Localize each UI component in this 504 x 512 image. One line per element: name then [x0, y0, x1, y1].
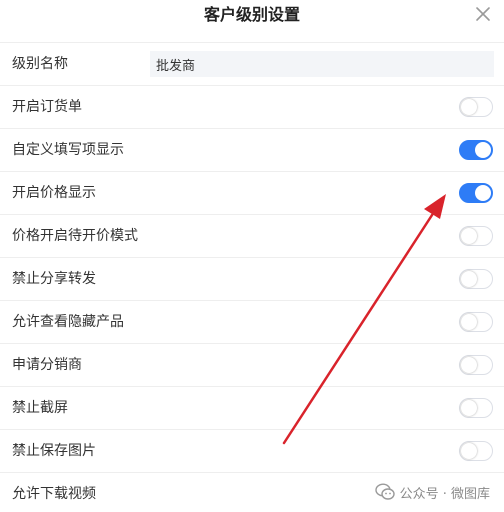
setting-label: 价格开启待开价模式 — [12, 228, 138, 244]
settings-list: 级别名称 开启订货单 自定义填写项显示 开启价格显示 价格开启待开价模式 禁止分… — [0, 42, 504, 512]
toggle-switch[interactable] — [459, 97, 493, 117]
setting-row: 禁止分享转发 — [0, 257, 504, 300]
toggle-switch[interactable] — [459, 226, 493, 246]
toggle-knob — [475, 142, 491, 158]
dialog-header: 客户级别设置 — [0, 0, 504, 38]
setting-row: 开启订货单 — [0, 85, 504, 128]
setting-label: 禁止截屏 — [12, 400, 68, 416]
toggle-knob — [461, 400, 477, 416]
toggle-knob — [461, 99, 477, 115]
setting-label: 允许下载视频 — [12, 486, 96, 502]
wechat-icon — [374, 483, 395, 500]
setting-label: 开启订货单 — [12, 99, 82, 115]
toggle-switch[interactable] — [459, 312, 493, 332]
setting-label: 允许查看隐藏产品 — [12, 314, 124, 330]
close-icon — [476, 7, 490, 21]
setting-row: 禁止保存图片 — [0, 429, 504, 472]
setting-row: 禁止截屏 — [0, 386, 504, 429]
toggle-knob — [461, 357, 477, 373]
setting-row: 价格开启待开价模式 — [0, 214, 504, 257]
setting-label: 开启价格显示 — [12, 185, 96, 201]
watermark: 公众号 · 微图库 — [374, 481, 490, 503]
close-button[interactable] — [472, 3, 494, 25]
setting-row: 自定义填写项显示 — [0, 128, 504, 171]
setting-row: 开启价格显示 — [0, 171, 504, 214]
setting-label: 申请分销商 — [12, 357, 82, 373]
level-name-label: 级别名称 — [12, 56, 68, 72]
toggle-knob — [461, 228, 477, 244]
toggle-switch[interactable] — [459, 398, 493, 418]
setting-label: 禁止保存图片 — [12, 443, 96, 459]
setting-row: 允许查看隐藏产品 — [0, 300, 504, 343]
toggle-knob — [461, 271, 477, 287]
toggle-switch[interactable] — [459, 441, 493, 461]
setting-row: 申请分销商 — [0, 343, 504, 386]
toggle-knob — [475, 185, 491, 201]
level-name-row: 级别名称 — [0, 42, 504, 85]
toggle-switch[interactable] — [459, 183, 493, 203]
level-name-input[interactable] — [150, 51, 494, 77]
setting-label: 禁止分享转发 — [12, 271, 96, 287]
setting-label: 自定义填写项显示 — [12, 142, 124, 158]
toggle-switch[interactable] — [459, 140, 493, 160]
dialog-title: 客户级别设置 — [203, 5, 300, 24]
toggle-knob — [461, 314, 477, 330]
toggle-switch[interactable] — [459, 269, 493, 289]
watermark-text: 公众号 · 微图库 — [399, 486, 490, 502]
toggle-switch[interactable] — [459, 355, 493, 375]
customer-level-dialog: 客户级别设置 级别名称 开启订货单 自定义填写项显示 开启价格显示 价格开启待开… — [0, 0, 504, 512]
toggle-knob — [461, 443, 477, 459]
